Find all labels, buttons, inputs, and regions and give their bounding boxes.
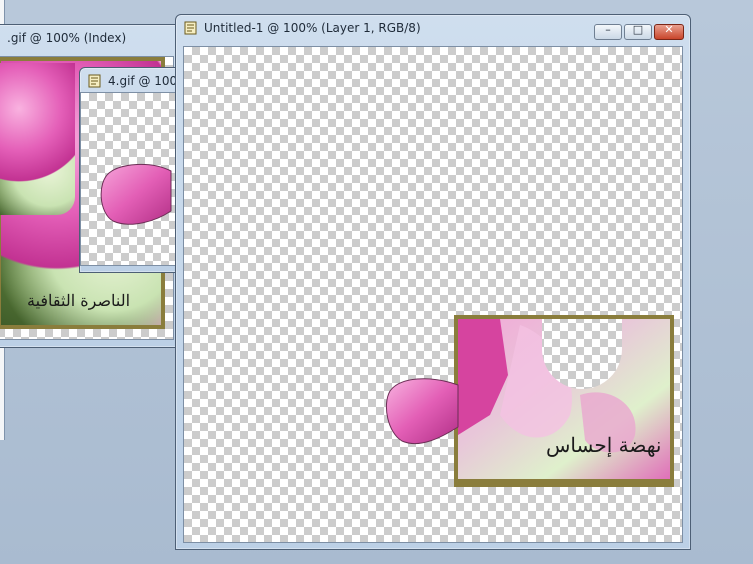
four-gif-titlebar[interactable]: 4.gif @ 100% <box>80 68 190 94</box>
close-button[interactable]: ✕ <box>654 23 684 40</box>
document-icon <box>184 21 197 35</box>
four-gif-puzzle-piece <box>100 93 189 265</box>
main-puzzle-piece: نهضة إحساس <box>380 315 680 487</box>
minimize-icon: – <box>605 23 611 36</box>
main-canvas[interactable]: نهضة إحساس <box>183 46 683 543</box>
maximize-icon: □ <box>632 23 644 36</box>
main-image-caption: نهضة إحساس <box>546 433 662 457</box>
document-icon <box>88 74 101 88</box>
main-document-window[interactable]: Untitled-1 @ 100% (Layer 1, RGB/8) – □ ✕ <box>175 14 691 550</box>
index-window-titlebar[interactable]: .gif @ 100% (Index) <box>0 25 181 51</box>
close-icon: ✕ <box>664 23 674 36</box>
main-window-titlebar[interactable]: Untitled-1 @ 100% (Layer 1, RGB/8) – □ ✕ <box>176 15 690 41</box>
index-puzzle-piece <box>0 63 75 215</box>
minimize-button[interactable]: – <box>594 23 622 40</box>
four-gif-canvas[interactable] <box>80 92 190 266</box>
main-window-title: Untitled-1 @ 100% (Layer 1, RGB/8) <box>204 21 421 35</box>
maximize-button[interactable]: □ <box>624 23 652 40</box>
index-image-caption: الناصرة الثقافية <box>27 291 131 310</box>
index-window-title: .gif @ 100% (Index) <box>7 31 127 45</box>
